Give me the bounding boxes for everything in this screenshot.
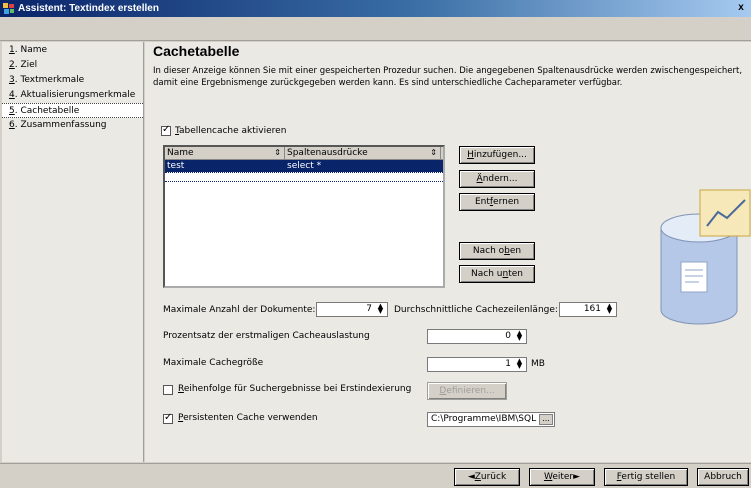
back-arrow-icon: ◄	[467, 472, 475, 482]
column-header-name[interactable]: Name ⇕	[165, 147, 285, 159]
close-icon[interactable]: x	[735, 2, 747, 14]
move-down-button[interactable]: Nach unten	[459, 265, 535, 283]
order-results-checkbox[interactable]	[163, 385, 173, 395]
spinner-icon[interactable]: ▲ ▼	[514, 358, 525, 370]
max-size-label: Maximale Cachegröße	[163, 358, 264, 368]
nav-item-ziel[interactable]: 2. Ziel	[2, 58, 143, 73]
sort-icon: ⇕	[430, 148, 437, 157]
sort-icon: ⇕	[274, 148, 281, 157]
spinner-icon[interactable]: ▲ ▼	[375, 303, 386, 315]
back-button[interactable]: ◄Zurück	[454, 468, 520, 486]
next-arrow-icon: ►	[573, 472, 581, 482]
title-bar: Assistent: Textindex erstellen x	[0, 0, 751, 17]
wizard-nav: 1. Name 2. Ziel 3. Textmerkmale 4. Aktua…	[2, 42, 144, 462]
page-title: Cachetabelle	[153, 43, 240, 59]
move-up-button[interactable]: Nach oben	[459, 242, 535, 260]
next-button[interactable]: Weiter►	[529, 468, 595, 486]
persistent-cache-label: Persistenten Cache verwenden	[178, 413, 318, 423]
remove-button[interactable]: Entfernen	[459, 193, 535, 211]
initial-pct-label: Prozentsatz der erstmaligen Cacheauslast…	[163, 331, 370, 341]
app-icon	[3, 3, 14, 14]
header-band	[0, 17, 751, 41]
order-results-label: Reihenfolge für Suchergebnisse bei Ersti…	[178, 384, 412, 394]
cache-path-field[interactable]: C:\Programme\IBM\SQL ...	[427, 412, 555, 427]
window-title: Assistent: Textindex erstellen	[18, 3, 159, 14]
avg-row-label: Durchschnittliche Cachezeilenlänge:	[394, 305, 558, 315]
enable-cache-label: Tabellencache aktivieren	[175, 126, 287, 136]
finish-button[interactable]: Fertig stellen	[604, 468, 688, 486]
nav-item-aktualisierungsmerkmale[interactable]: 4. Aktualisierungsmerkmale	[2, 88, 143, 103]
change-button[interactable]: Ändern...	[459, 170, 535, 188]
nav-item-cachetabelle[interactable]: 5. Cachetabelle	[2, 103, 143, 118]
database-chart-icon	[660, 189, 751, 325]
column-header-expressions[interactable]: Spaltenausdrücke ⇕	[285, 147, 441, 159]
cancel-button[interactable]: Abbruch	[697, 468, 749, 486]
max-docs-label: Maximale Anzahl der Dokumente:	[163, 305, 316, 315]
wizard-footer: ◄Zurück Weiter► Fertig stellen Abbruch	[0, 463, 751, 488]
browse-button[interactable]: ...	[539, 414, 553, 425]
persistent-cache-checkbox[interactable]	[163, 412, 173, 424]
initial-pct-spinner[interactable]: 0 ▲ ▼	[427, 329, 527, 344]
nav-item-name[interactable]: 1. Name	[2, 43, 143, 58]
add-button[interactable]: Hinzufügen...	[459, 146, 535, 164]
spinner-icon[interactable]: ▲ ▼	[514, 330, 525, 342]
page-description: In dieser Anzeige können Sie mit einer g…	[153, 66, 743, 88]
define-button[interactable]: Definieren...	[427, 382, 507, 400]
avg-row-spinner[interactable]: 161 ▲ ▼	[559, 302, 617, 317]
cell-name: test	[167, 161, 185, 171]
enable-cache-checkbox[interactable]	[161, 124, 171, 136]
table-header: Name ⇕ Spaltenausdrücke ⇕	[165, 147, 443, 160]
cell-expression: select *	[287, 161, 322, 171]
max-docs-spinner[interactable]: 7 ▲ ▼	[316, 302, 388, 317]
nav-item-zusammenfassung[interactable]: 6. Zusammenfassung	[2, 118, 143, 133]
table-empty-row[interactable]	[165, 172, 443, 182]
nav-item-textmerkmale[interactable]: 3. Textmerkmale	[2, 73, 143, 88]
table-row[interactable]: test select *	[165, 160, 443, 172]
spinner-icon[interactable]: ▲ ▼	[604, 303, 615, 315]
cache-columns-table[interactable]: Name ⇕ Spaltenausdrücke ⇕ test select *	[163, 145, 445, 288]
max-size-spinner[interactable]: 1 ▲ ▼	[427, 357, 527, 372]
max-size-unit: MB	[531, 359, 545, 369]
